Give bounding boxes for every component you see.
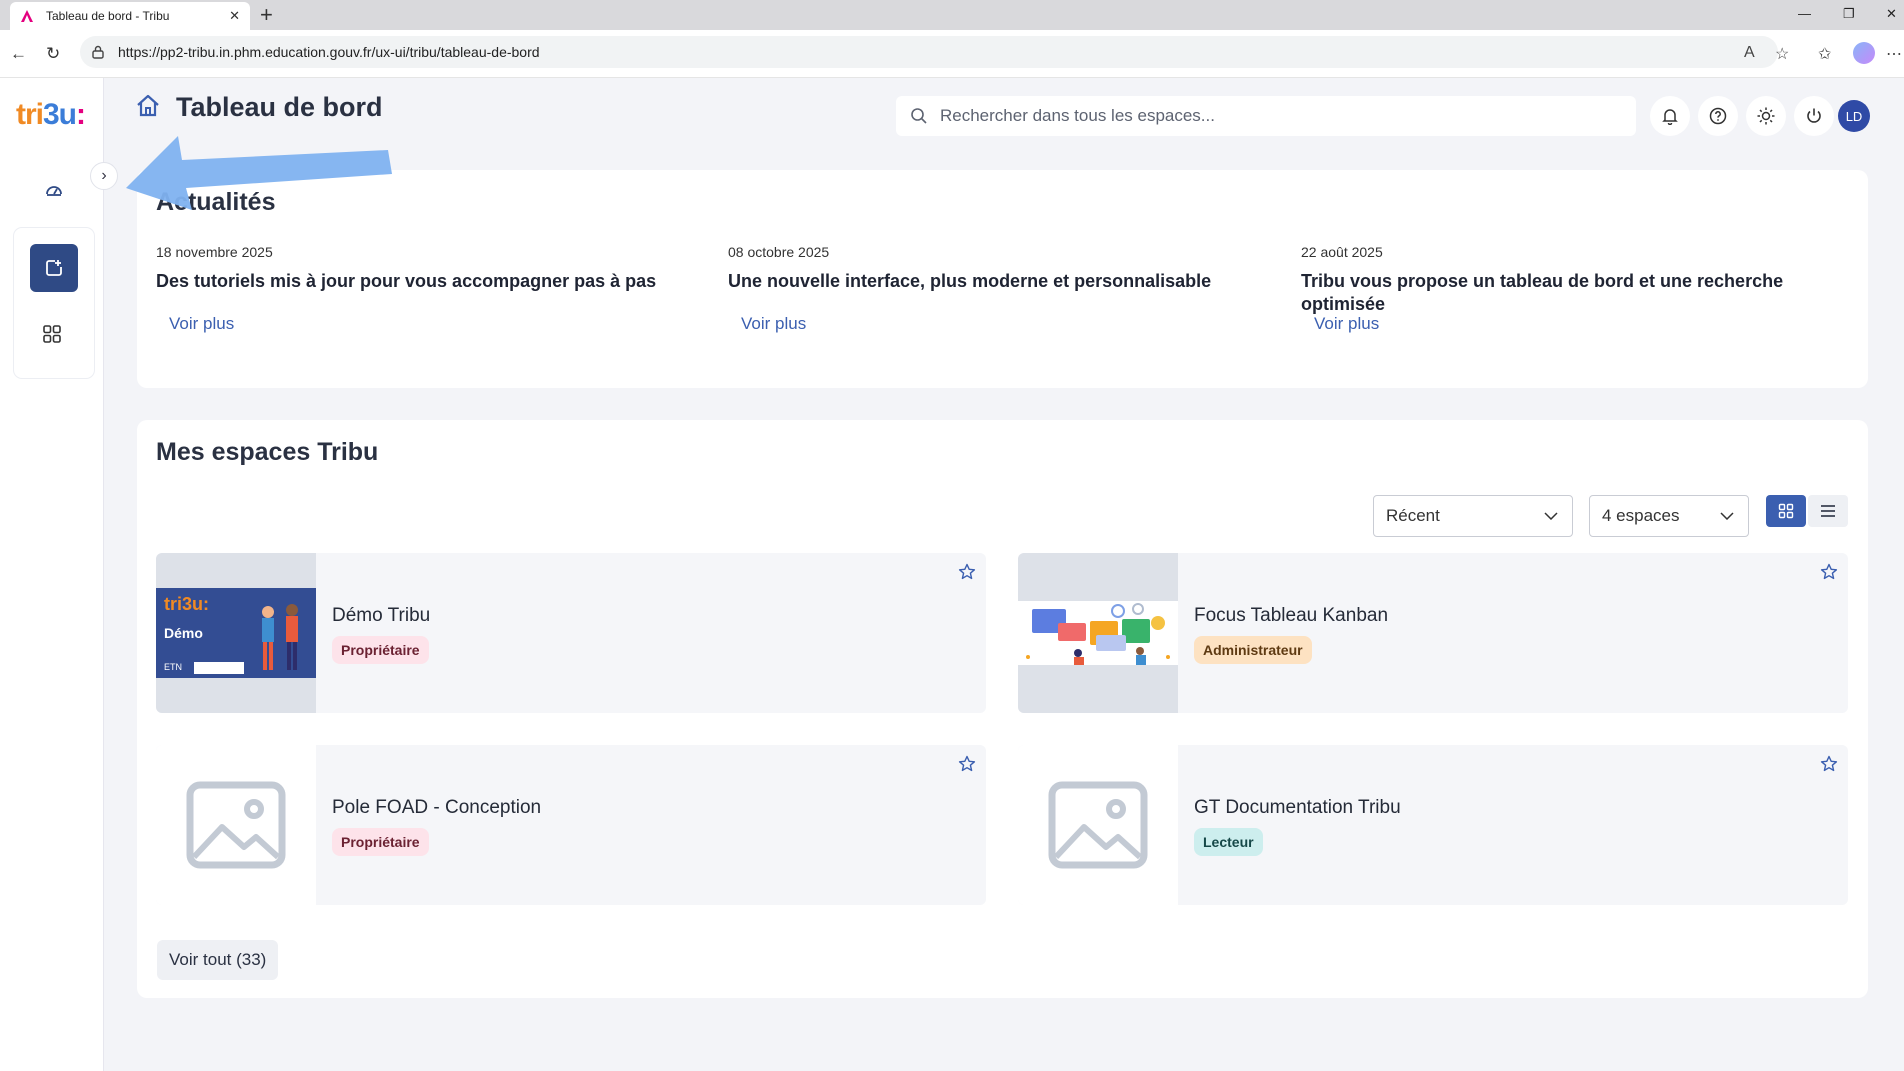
spaces-title: Mes espaces Tribu: [156, 438, 379, 466]
news-date: 18 novembre 2025: [156, 244, 273, 260]
thumb-footer: ETN: [164, 662, 182, 672]
news-headline[interactable]: Des tutoriels mis à jour pour vous accom…: [156, 270, 716, 293]
list-view-icon: [1821, 505, 1835, 517]
favorites-list-icon[interactable]: ✩: [1818, 44, 1831, 64]
apps-grid-icon[interactable]: [42, 324, 62, 344]
favorite-star-icon[interactable]: [958, 755, 976, 773]
help-icon: [1709, 107, 1727, 125]
sidebar: tri3u:: [0, 78, 104, 1071]
role-badge: Lecteur: [1194, 828, 1263, 856]
search-icon: [911, 108, 927, 124]
news-see-more-link[interactable]: Voir plus: [169, 314, 234, 334]
browser-tab[interactable]: Tableau de bord - Tribu ✕: [10, 2, 250, 30]
expand-sidebar-button[interactable]: ›: [90, 162, 118, 190]
browser-profile-avatar[interactable]: [1853, 42, 1875, 64]
add-space-icon: [46, 260, 62, 276]
role-badge: Administrateur: [1194, 636, 1312, 664]
thumb-brand: tri3u:: [164, 594, 209, 614]
space-name[interactable]: Focus Tableau Kanban: [1194, 605, 1388, 627]
read-aloud-icon[interactable]: A: [1744, 44, 1755, 62]
count-select[interactable]: 4 espaces: [1589, 495, 1749, 537]
tribu-logo[interactable]: tri3u:: [16, 98, 86, 132]
list-view-button[interactable]: [1808, 495, 1848, 527]
space-name[interactable]: GT Documentation Tribu: [1194, 797, 1401, 819]
count-select-value: 4 espaces: [1602, 506, 1680, 525]
browser-tab-bar: Tableau de bord - Tribu ✕ + — ❐ ✕: [0, 0, 1904, 30]
news-headline[interactable]: Tribu vous propose un tableau de bord et…: [1301, 270, 1841, 316]
role-badge: Propriétaire: [332, 828, 429, 856]
space-item[interactable]: GT Documentation Tribu Lecteur: [1018, 745, 1848, 905]
sort-select-value: Récent: [1386, 506, 1440, 525]
grid-view-icon: [1778, 503, 1794, 519]
notifications-button[interactable]: [1650, 96, 1690, 136]
theme-toggle-button[interactable]: [1746, 96, 1786, 136]
reload-icon[interactable]: ↻: [46, 44, 60, 64]
favorite-star-icon[interactable]: [1820, 563, 1838, 581]
page-title: Tableau de bord: [176, 92, 383, 122]
search-bar: [896, 96, 1636, 136]
grid-view-button[interactable]: [1766, 495, 1806, 527]
new-tab-icon[interactable]: +: [260, 3, 273, 27]
chevron-down-icon: [1720, 512, 1734, 520]
help-button[interactable]: [1698, 96, 1738, 136]
favorite-star-icon[interactable]: ☆: [1775, 44, 1789, 64]
space-thumbnail: [1018, 553, 1178, 713]
add-space-button[interactable]: [30, 244, 78, 292]
news-date: 08 octobre 2025: [728, 244, 830, 260]
url-field[interactable]: https://pp2-tribu.in.phm.education.gouv.…: [80, 36, 1778, 68]
space-item[interactable]: tri3u: Démo ETN Démo Tribu Propriétaire: [156, 553, 986, 713]
thumb-label: Démo: [164, 625, 203, 641]
kanban-illustration: [1018, 601, 1178, 665]
space-thumbnail: [1018, 745, 1178, 905]
more-menu-icon[interactable]: ⋯: [1886, 44, 1902, 64]
demo-tribu-thumbnail: tri3u: Démo ETN: [156, 588, 316, 678]
home-icon[interactable]: [134, 92, 162, 120]
space-thumbnail: [156, 745, 316, 905]
favorite-star-icon[interactable]: [1820, 755, 1838, 773]
restore-icon[interactable]: ❐: [1843, 6, 1855, 22]
dashboard-gauge-icon[interactable]: [44, 180, 64, 200]
news-card: Actualités 18 novembre 2025 Des tutoriel…: [137, 170, 1868, 388]
user-avatar[interactable]: LD: [1838, 100, 1870, 132]
back-icon[interactable]: ←: [10, 44, 27, 64]
sun-icon: [1757, 107, 1775, 125]
space-item[interactable]: Pole FOAD - Conception Propriétaire: [156, 745, 986, 905]
annotation-arrow: [126, 136, 392, 210]
app-root: tri3u: › Tableau de bord Rechercher dans…: [0, 78, 1904, 1071]
space-thumbnail: tri3u: Démo ETN: [156, 553, 316, 713]
sidebar-panel: [14, 228, 94, 378]
bell-icon: [1662, 109, 1678, 125]
tribu-favicon-icon: [20, 9, 34, 23]
see-all-button[interactable]: Voir tout (33): [157, 940, 279, 980]
sort-select[interactable]: Récent: [1373, 495, 1573, 537]
news-item: 08 octobre 2025 Une nouvelle interface, …: [728, 244, 1288, 293]
news-headline[interactable]: Une nouvelle interface, plus moderne et …: [728, 270, 1288, 293]
space-name[interactable]: Démo Tribu: [332, 605, 430, 627]
tab-title: Tableau de bord - Tribu: [46, 9, 170, 23]
space-name[interactable]: Pole FOAD - Conception: [332, 797, 541, 819]
space-item[interactable]: Focus Tableau Kanban Administrateur: [1018, 553, 1848, 713]
close-window-icon[interactable]: ✕: [1886, 6, 1897, 22]
news-date: 22 août 2025: [1301, 244, 1383, 260]
news-see-more-link[interactable]: Voir plus: [1314, 314, 1379, 334]
role-badge: Propriétaire: [332, 636, 429, 664]
news-item: 18 novembre 2025 Des tutoriels mis à jou…: [156, 244, 716, 293]
power-icon: [1807, 108, 1821, 123]
favorite-star-icon[interactable]: [958, 563, 976, 581]
spaces-card: Mes espaces Tribu Récent 4 espaces tri3u…: [137, 420, 1868, 998]
image-placeholder-icon: [1048, 781, 1148, 869]
chevron-right-icon: ›: [101, 167, 107, 184]
lock-icon: [92, 45, 108, 59]
minimize-icon[interactable]: —: [1798, 6, 1811, 21]
news-item: 22 août 2025 Tribu vous propose un table…: [1301, 244, 1841, 316]
chevron-down-icon: [1544, 512, 1558, 520]
logout-button[interactable]: [1794, 96, 1834, 136]
image-placeholder-icon: [186, 781, 286, 869]
close-tab-icon[interactable]: ✕: [229, 8, 240, 24]
address-bar: ← ↻ https://pp2-tribu.in.phm.education.g…: [0, 30, 1904, 78]
news-see-more-link[interactable]: Voir plus: [741, 314, 806, 334]
search-input[interactable]: [940, 106, 1580, 126]
url-text: https://pp2-tribu.in.phm.education.gouv.…: [118, 44, 540, 60]
